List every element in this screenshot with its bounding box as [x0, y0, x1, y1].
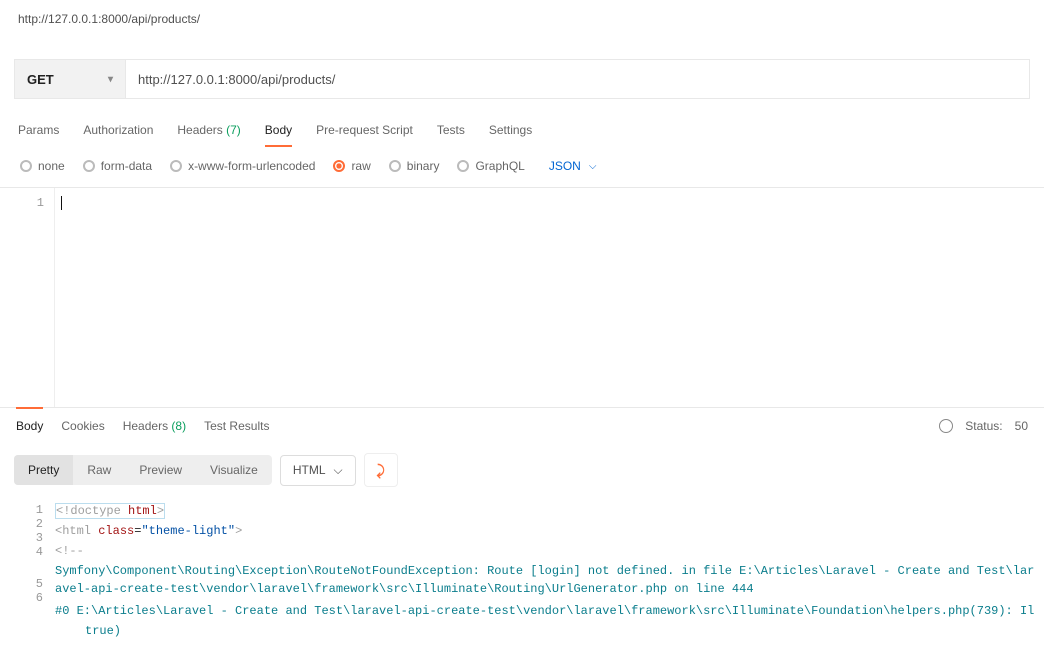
fmt-pretty[interactable]: Pretty: [14, 455, 73, 485]
code-line: <!doctype html>: [55, 501, 1036, 521]
fmt-preview[interactable]: Preview: [125, 455, 196, 485]
editor-body[interactable]: [55, 188, 1044, 407]
chevron-down-icon: ⌵: [334, 463, 343, 478]
radio-icon: [457, 160, 469, 172]
resp-tab-headers[interactable]: Headers (8): [123, 407, 186, 443]
fmt-raw[interactable]: Raw: [73, 455, 125, 485]
tab-settings[interactable]: Settings: [489, 115, 532, 147]
response-tabs-bar: Body Cookies Headers (8) Test Results St…: [0, 407, 1044, 443]
body-type-raw[interactable]: raw: [333, 159, 370, 173]
chevron-down-icon: ▾: [108, 74, 113, 85]
tab-headers[interactable]: Headers (7): [177, 115, 240, 147]
resp-tab-tests[interactable]: Test Results: [204, 407, 269, 443]
method-value: GET: [27, 72, 54, 87]
url-input[interactable]: [126, 59, 1030, 99]
code-line: true): [55, 621, 1036, 641]
radio-icon: [333, 160, 345, 172]
body-subtype-value: JSON: [549, 159, 581, 173]
globe-icon: [939, 419, 953, 433]
text-cursor: [61, 196, 62, 210]
request-row: GET ▾: [14, 59, 1030, 99]
status-label: Status:: [965, 419, 1002, 433]
editor-gutter: 1: [0, 188, 55, 407]
radio-icon: [83, 160, 95, 172]
chevron-down-icon: ⌵: [589, 161, 597, 172]
body-subtype-select[interactable]: JSON ⌵: [543, 159, 597, 173]
resp-tab-body[interactable]: Body: [16, 407, 43, 443]
body-type-row: none form-data x-www-form-urlencoded raw…: [0, 147, 1044, 183]
body-type-graphql[interactable]: GraphQL: [457, 159, 524, 173]
status-value: 50: [1015, 419, 1028, 433]
wrap-button[interactable]: ⤸: [364, 453, 398, 487]
tab-headers-count: (7): [226, 123, 241, 137]
tab-headers-label: Headers: [177, 123, 222, 137]
body-type-none[interactable]: none: [20, 159, 65, 173]
fmt-visualize[interactable]: Visualize: [196, 455, 272, 485]
response-gutter: 1 2 3 4 5 6: [0, 501, 55, 641]
body-type-binary[interactable]: binary: [389, 159, 440, 173]
response-code: <!doctype html> <html class="theme-light…: [55, 501, 1044, 641]
tab-authorization[interactable]: Authorization: [83, 115, 153, 147]
radio-icon: [20, 160, 32, 172]
request-body-editor[interactable]: 1: [0, 187, 1044, 407]
request-tabs: Params Authorization Headers (7) Body Pr…: [0, 115, 1044, 147]
radio-icon: [170, 160, 182, 172]
request-tab-title: http://127.0.0.1:8000/api/products/: [0, 0, 1044, 39]
body-type-formdata[interactable]: form-data: [83, 159, 152, 173]
tab-body[interactable]: Body: [265, 115, 292, 147]
code-line: #0 E:\Articles\Laravel - Create and Test…: [55, 601, 1036, 621]
response-body[interactable]: 1 2 3 4 5 6 <!doctype html> <html class=…: [0, 497, 1044, 653]
body-type-xwww[interactable]: x-www-form-urlencoded: [170, 159, 315, 173]
code-line: Symfony\Component\Routing\Exception\Rout…: [55, 561, 1036, 599]
response-lang-select[interactable]: HTML ⌵: [280, 455, 356, 486]
response-status: Status: 50: [939, 419, 1028, 433]
code-line: <html class="theme-light">: [55, 521, 1036, 541]
code-line: <!--: [55, 541, 1036, 561]
tab-tests[interactable]: Tests: [437, 115, 465, 147]
resp-tab-cookies[interactable]: Cookies: [61, 407, 104, 443]
method-select[interactable]: GET ▾: [14, 59, 126, 99]
tab-params[interactable]: Params: [18, 115, 59, 147]
wrap-icon: ⤸: [376, 462, 384, 479]
format-tabs: Pretty Raw Preview Visualize: [14, 455, 272, 485]
radio-icon: [389, 160, 401, 172]
response-controls: Pretty Raw Preview Visualize HTML ⌵ ⤸: [0, 443, 1044, 497]
tab-prerequest[interactable]: Pre-request Script: [316, 115, 413, 147]
